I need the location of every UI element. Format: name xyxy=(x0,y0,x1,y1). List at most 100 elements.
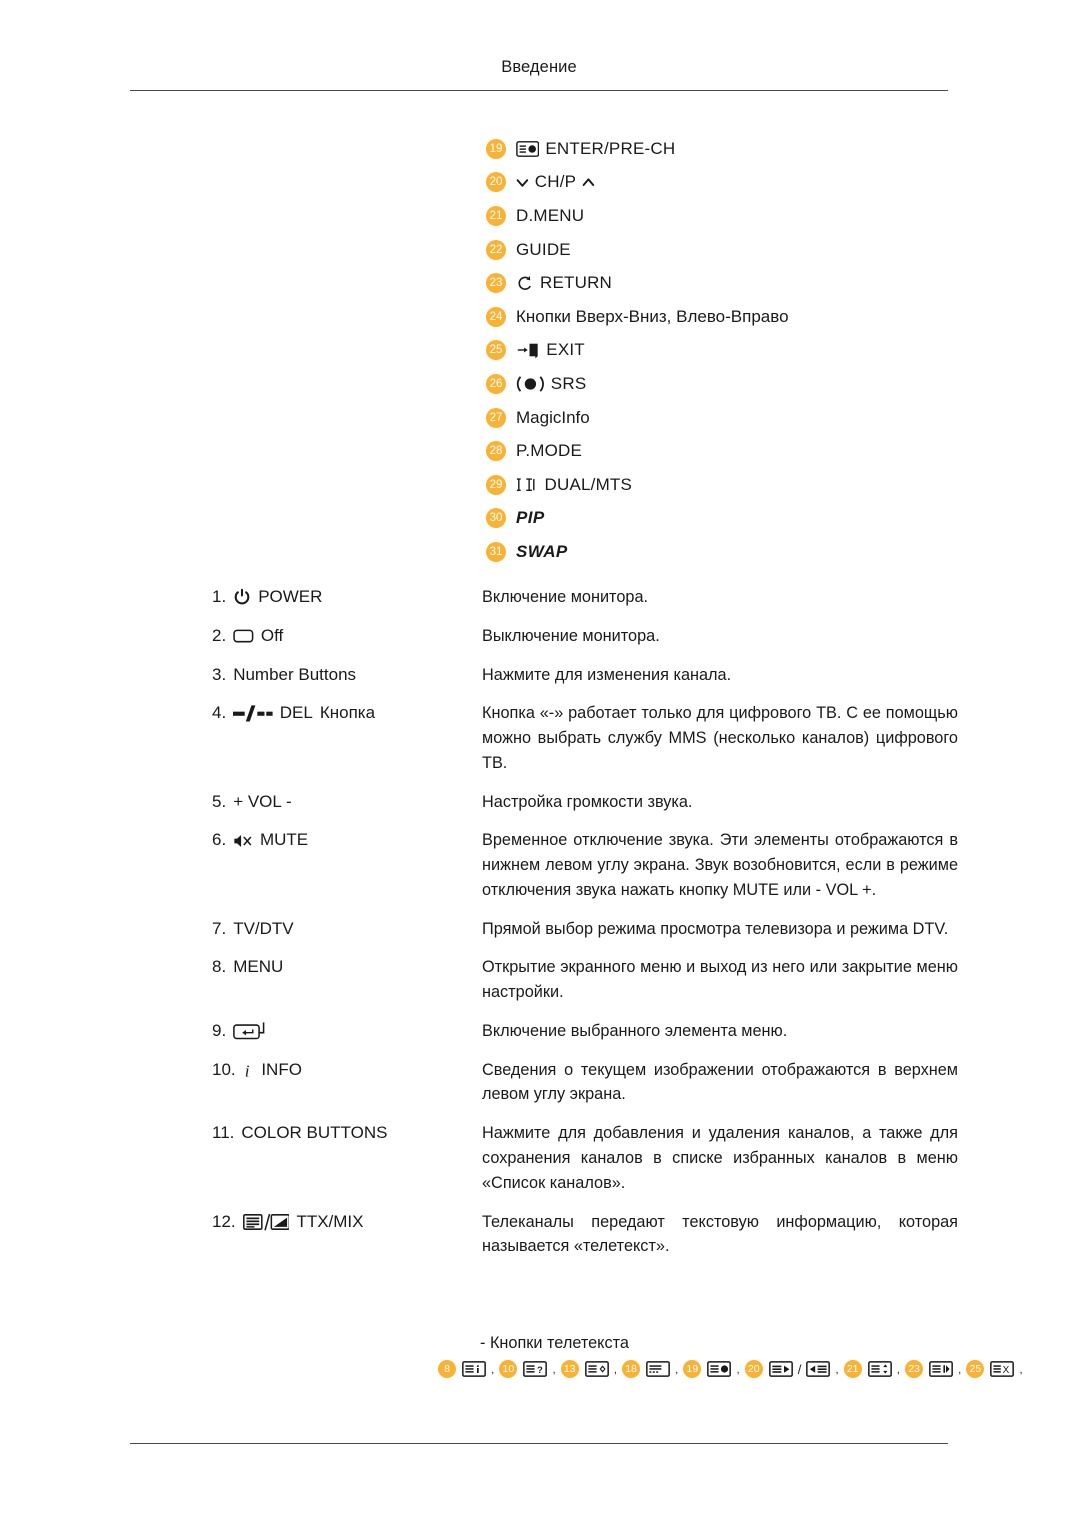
description-paragraph: Прямой выбор режима просмотра телевизора… xyxy=(482,919,949,938)
teletext-button: 20 / , xyxy=(744,1360,844,1378)
description-label: 8. MENU xyxy=(212,955,482,980)
legend-badge: 27 xyxy=(486,407,506,428)
srs-icon xyxy=(516,375,545,393)
legend-label: D.MENU xyxy=(516,205,585,225)
legend-label: EXIT xyxy=(546,340,585,360)
description-number: 7. xyxy=(212,918,227,938)
legend-row: 27 MagicInfo xyxy=(486,401,956,435)
off-rect-icon xyxy=(233,629,254,643)
ttx-page-next-icon xyxy=(768,1361,793,1377)
description-row: 1. POWER Включение монитора. xyxy=(212,585,960,610)
description-paragraph: Выключение монитора. xyxy=(482,626,660,645)
footer-divider xyxy=(130,1443,948,1444)
teletext-badge: 10 xyxy=(499,1360,518,1378)
description-button-name: MUTE xyxy=(259,830,309,850)
svg-text:?: ? xyxy=(537,1365,543,1376)
svg-text:i: i xyxy=(244,1061,249,1080)
description-button-name: INFO xyxy=(261,1059,302,1079)
teletext-separator: , xyxy=(1019,1362,1023,1376)
description-text: Нажмите для добавления и удаления канало… xyxy=(482,1121,960,1195)
description-paragraph: Открытие экранного меню и выход из него … xyxy=(482,958,958,1002)
legend-row: 24 Кнопки Вверх-Вниз, Влево-Вправо xyxy=(486,300,956,334)
legend-entry: D.MENU xyxy=(516,206,584,226)
description-button-name: Off xyxy=(260,625,284,645)
description-text: Кнопка «-» работает только для цифрового… xyxy=(482,701,960,775)
description-label: 6. MUTE xyxy=(212,828,482,853)
description-label: 5. + VOL - xyxy=(212,790,482,815)
description-label: 1. POWER xyxy=(212,585,482,610)
document-page: Введение 19 ENTER/PRE-CH 20 CH/P 21 D.MENU… xyxy=(0,0,1080,1527)
teletext-separator: , xyxy=(896,1362,901,1376)
legend-badge: 22 xyxy=(486,239,506,260)
power-icon xyxy=(233,588,251,606)
legend-badge: 23 xyxy=(486,273,506,294)
legend-row: 30 PIP xyxy=(486,502,956,536)
description-number: 3. xyxy=(212,664,227,684)
legend-row: 26 SRS xyxy=(486,367,956,401)
description-row: 3. Number Buttons Нажмите для изменения ка… xyxy=(212,663,960,688)
enter-key-icon xyxy=(233,1021,267,1041)
teletext-button: 19 , xyxy=(683,1360,744,1378)
teletext-note: - Кнопки телетекста xyxy=(480,1334,629,1352)
legend-badge: 19 xyxy=(486,138,506,159)
description-row: 8. MENU Открытие экранного меню и выход из… xyxy=(212,955,960,1005)
description-number: 12. xyxy=(212,1211,236,1231)
description-text: Временное отключение звука. Эти элементы… xyxy=(482,828,960,902)
teletext-button-row: 8 , 10 ? , 13 , 18 , 19 , 20 / , 21 , 23… xyxy=(438,1360,1028,1378)
description-text: Телеканалы передают текстовую информацию… xyxy=(482,1210,960,1260)
legend-entry: MagicInfo xyxy=(516,408,590,428)
description-text: Открытие экранного меню и выход из него … xyxy=(482,955,960,1005)
description-paragraph: Настройка громкости звука. xyxy=(482,792,693,811)
legend-label: CH/P xyxy=(534,172,577,192)
teletext-button: 10 ? , xyxy=(499,1360,560,1378)
teletext-separator: , xyxy=(491,1362,495,1376)
description-row: 4. DEL Кнопка Кнопка «-» работает только д… xyxy=(212,701,960,775)
legend-badge: 20 xyxy=(486,172,506,193)
page-title: Введение xyxy=(501,58,577,76)
legend-row: 20 CH/P xyxy=(486,166,956,200)
description-text: Настройка громкости звука. xyxy=(482,790,960,815)
legend-entry: EXIT xyxy=(516,340,585,360)
ttx-size-icon xyxy=(584,1361,609,1377)
del-dash-icon xyxy=(233,704,273,723)
description-text: Сведения о текущем изображении отображаю… xyxy=(482,1058,960,1108)
teletext-separator: , xyxy=(613,1362,618,1376)
legend-row: 29 DUAL/MTS xyxy=(486,468,956,502)
page-header: Введение xyxy=(130,58,948,77)
legend-label: RETURN xyxy=(540,273,613,293)
description-row: 5. + VOL - Настройка громкости звука. xyxy=(212,790,960,815)
legend-entry: CH/P xyxy=(516,172,595,192)
legend-entry: GUIDE xyxy=(516,240,571,260)
ttx-subpage-icon xyxy=(867,1361,892,1377)
legend-label: SWAP xyxy=(516,541,568,561)
legend-row: 19 ENTER/PRE-CH xyxy=(486,132,956,166)
description-paragraph: Нажмите для изменения канала. xyxy=(482,665,732,684)
return-arrow-icon xyxy=(516,274,534,292)
description-label: 10. i INFO xyxy=(212,1058,482,1083)
ttx-reveal-icon: ? xyxy=(523,1361,548,1377)
description-number: 10. xyxy=(212,1059,236,1079)
description-row: 7. TV/DTV Прямой выбор режима просмотра те… xyxy=(212,917,960,942)
legend-badge: 24 xyxy=(486,306,506,327)
legend-row: 22 GUIDE xyxy=(486,233,956,267)
mute-icon xyxy=(233,832,253,850)
legend-label: ENTER/PRE-CH xyxy=(545,138,676,158)
description-text: Прямой выбор режима просмотра телевизора… xyxy=(482,917,960,942)
header-divider xyxy=(130,90,948,91)
description-number: 1. xyxy=(212,587,227,606)
ttx-cancel-icon: X xyxy=(990,1361,1015,1377)
legend-label: P.MODE xyxy=(516,441,583,461)
legend-row: 23 RETURN xyxy=(486,266,956,300)
description-label-suffix: Кнопка xyxy=(319,703,376,723)
teletext-button: 23 , xyxy=(905,1360,966,1378)
legend-badge: 25 xyxy=(486,340,506,361)
description-paragraph: Телеканалы передают текстовую информацию… xyxy=(482,1212,958,1256)
teletext-slash: / xyxy=(797,1361,802,1377)
legend-label: PIP xyxy=(516,508,545,528)
teletext-badge: 19 xyxy=(683,1360,702,1378)
description-paragraph: Временное отключение звука. Эти элементы… xyxy=(482,831,958,899)
legend-badge: 28 xyxy=(486,441,506,462)
description-text: Выключение монитора. xyxy=(482,624,960,649)
teletext-badge: 23 xyxy=(905,1360,924,1378)
description-text: Включение выбранного элемента меню. xyxy=(482,1019,960,1044)
